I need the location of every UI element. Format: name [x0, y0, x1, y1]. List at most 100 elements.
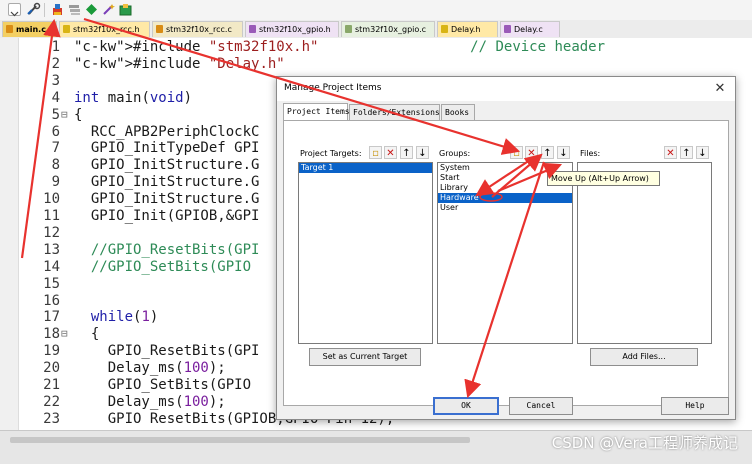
code-text: while(1) [90, 309, 159, 326]
tab-delay-c[interactable]: Delay.c [500, 21, 560, 37]
code-line[interactable]: 2 "c-kw">#include "Delay.h" [0, 56, 752, 73]
line-number: 20 [43, 360, 60, 377]
file-tab-bar: main.c stm32f10x_rcc.h stm32f10x_rcc.c s… [0, 20, 752, 39]
line-number: 21 [43, 377, 60, 393]
move-up-tooltip: Move Up (Alt+Up Arrow) [547, 171, 660, 186]
tab-stm32f10x-gpio-h[interactable]: stm32f10x_gpio.h [245, 21, 339, 37]
tab-books[interactable]: Books [441, 104, 475, 120]
files-label: Files: [580, 149, 601, 158]
dialog-titlebar: Manage Project Items ✕ [277, 77, 735, 101]
c-file-icon [345, 25, 352, 33]
scrollbar-thumb[interactable] [10, 437, 470, 443]
dialog-title: Manage Project Items [284, 83, 382, 93]
watermark: CSDN @Vera工程师养成记 [551, 434, 738, 452]
line-number: 10 [43, 191, 60, 208]
tab-folders-extensions[interactable]: Folders/Extensions [349, 104, 440, 120]
delete-target-icon[interactable]: ✕ [384, 146, 397, 159]
move-up-file-icon[interactable]: ↑ [680, 146, 693, 159]
tab-label: stm32f10x_rcc.h [73, 25, 140, 34]
cancel-button[interactable]: Cancel [509, 397, 573, 415]
line-number: 1 [51, 39, 60, 55]
move-down-group-icon[interactable]: ↓ [557, 146, 570, 159]
set-as-current-target-button[interactable]: Set as Current Target [309, 348, 421, 366]
move-down-target-icon[interactable]: ↓ [416, 146, 429, 159]
tab-stm32f10x-rcc-c[interactable]: stm32f10x_rcc.c [152, 21, 243, 37]
c-file-icon [504, 25, 511, 33]
code-text: { [74, 106, 83, 123]
pack-icon[interactable] [118, 2, 133, 17]
move-up-group-icon[interactable]: ↑ [541, 146, 554, 159]
close-icon[interactable]: ✕ [711, 80, 729, 98]
help-button[interactable]: Help [661, 397, 729, 415]
tab-label: stm32f10x_gpio.c [355, 25, 427, 34]
code-text: Delay_ms(100); [74, 393, 226, 410]
code-text: //GPIO_ResetBits(GPI [90, 241, 260, 258]
line-number: 19 [43, 343, 60, 360]
code-text: GPIO_InitStructure.G [74, 157, 260, 174]
tab-main-c[interactable]: main.c [2, 21, 57, 37]
code-text: GPIO_InitTypeDef GPI [74, 140, 260, 157]
project-targets-list[interactable]: Target 1 [298, 162, 433, 344]
groups-list[interactable]: System Start Library Hardware User [437, 162, 573, 344]
tab-stm32f10x-rcc-h[interactable]: stm32f10x_rcc.h [59, 21, 150, 37]
new-group-icon[interactable]: ▫ [510, 146, 523, 159]
code-text: int main(void) [74, 89, 193, 106]
tab-label: Delay.h [451, 25, 481, 34]
line-number: 16 [43, 292, 60, 309]
line-number: 14 [43, 258, 60, 275]
line-number: 8 [51, 157, 60, 174]
dropdown-icon[interactable] [8, 3, 21, 17]
code-line[interactable]: 1 "c-kw">#include "stm32f10x.h" // Device… [0, 39, 752, 56]
groups-label: Groups: [439, 149, 471, 158]
code-text: "c-kw">#include "Delay.h" [74, 55, 285, 72]
tab-stm32f10x-gpio-c[interactable]: stm32f10x_gpio.c [341, 21, 435, 37]
fold-icon[interactable]: ⊟ [61, 107, 68, 124]
line-number: 11 [43, 208, 60, 224]
line-number: 22 [43, 393, 60, 410]
line-number: 12 [43, 224, 60, 241]
line-number: 18 [43, 326, 60, 343]
delete-group-icon[interactable]: ✕ [525, 146, 538, 159]
line-number: 2 [51, 55, 60, 72]
list-item[interactable]: User [438, 203, 572, 213]
move-down-file-icon[interactable]: ↓ [696, 146, 709, 159]
list-item[interactable]: Hardware [438, 193, 572, 203]
tab-project-items[interactable]: Project Items [283, 103, 350, 121]
diamond-icon[interactable] [84, 2, 99, 17]
move-up-target-icon[interactable]: ↑ [400, 146, 413, 159]
code-text: Delay_ms(100); [74, 360, 226, 377]
h-file-icon [441, 25, 448, 33]
code-text: GPIO_InitStructure.G [74, 191, 260, 208]
tab-label: stm32f10x_gpio.h [259, 25, 331, 34]
add-files-button[interactable]: Add Files... [590, 348, 698, 366]
h-file-icon [249, 25, 256, 33]
tab-label: stm32f10x_rcc.c [166, 25, 232, 34]
project-items-icon[interactable] [50, 2, 65, 17]
line-number: 23 [43, 410, 60, 427]
files-list[interactable] [577, 162, 712, 344]
code-text: GPIO_ResetBits(GPI [74, 343, 260, 360]
tab-delay-h[interactable]: Delay.h [437, 21, 498, 37]
line-number: 3 [51, 72, 60, 89]
wand-icon[interactable] [101, 2, 116, 17]
tab-label: Delay.c [514, 25, 543, 34]
delete-file-icon[interactable]: ✕ [664, 146, 677, 159]
ok-button[interactable]: OK [433, 397, 499, 415]
code-text: RCC_APB2PeriphClockC [74, 123, 260, 140]
line-number: 6 [51, 123, 60, 140]
code-text: GPIO_SetBits(GPIO [74, 377, 252, 393]
fold-icon[interactable]: ⊟ [61, 326, 68, 343]
code-text: GPIO_Init(GPIOB,&GPI [74, 208, 260, 224]
code-text: "c-kw">#include "stm32f10x.h" // Device … [74, 39, 606, 55]
settings-icon[interactable] [26, 2, 41, 17]
list-item[interactable]: Target 1 [299, 163, 432, 173]
line-number: 9 [51, 174, 60, 191]
line-number: 13 [43, 241, 60, 258]
line-number: 15 [43, 275, 60, 292]
line-number: 17 [43, 309, 60, 326]
new-target-icon[interactable]: ▫ [369, 146, 382, 159]
code-text: { [74, 326, 100, 343]
toolbar-separator [44, 3, 45, 17]
stack-icon[interactable] [67, 2, 82, 17]
toolbar [0, 0, 752, 21]
